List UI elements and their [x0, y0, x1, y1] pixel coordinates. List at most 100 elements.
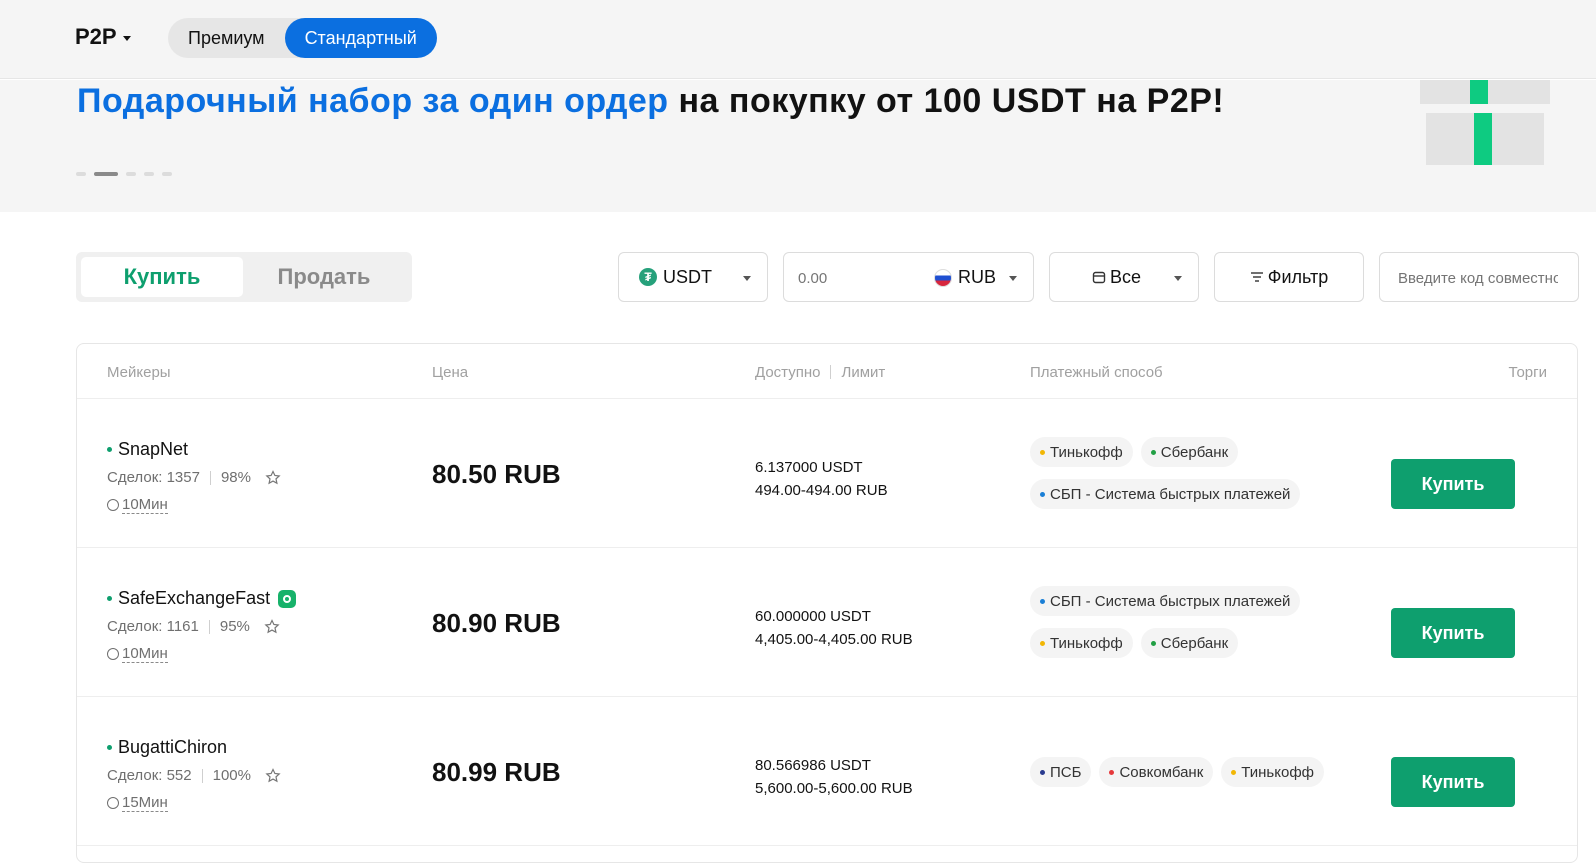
clock-icon: [107, 499, 119, 511]
table-row: BugattiChiron Сделок: 552 100% 15Мин 80.9…: [77, 697, 1577, 846]
method-dot: [1040, 769, 1045, 775]
maker-name-text: SnapNet: [118, 439, 189, 459]
method-dot: [1109, 769, 1115, 775]
segment-premium[interactable]: Премиум: [168, 18, 285, 58]
maker-stats: Сделок: 1161 95%: [107, 618, 280, 635]
coin-select[interactable]: ₮ USDT: [618, 252, 768, 302]
code-input[interactable]: [1398, 267, 1558, 289]
buy-button[interactable]: Купить: [1391, 459, 1515, 509]
p2p-menu[interactable]: P2P: [75, 24, 131, 50]
payment-methods: СБП - Система быстрых платежей Тинькофф Сб…: [1030, 586, 1360, 670]
table-row: SnapNet Сделок: 1357 98% 10Мин 80.50 RUB …: [77, 399, 1577, 548]
fiat-select[interactable]: RUB: [934, 267, 996, 288]
payment-chip: Тинькофф: [1030, 628, 1133, 658]
maker-name-text: SafeExchangeFast: [118, 588, 271, 608]
order-limit: 4,405.00-4,405.00 RUB: [755, 631, 913, 648]
tab-sell[interactable]: Продать: [243, 257, 405, 297]
banner-title-rest: на покупку от 100 USDT на P2P!: [668, 82, 1225, 120]
top-bar: P2P Премиум Стандартный: [0, 0, 1596, 79]
carousel-dot[interactable]: [144, 172, 154, 176]
star-icon[interactable]: [264, 618, 280, 635]
coin-select-value: USDT: [663, 266, 712, 287]
carousel-dot[interactable]: [126, 172, 136, 176]
payment-chip-label: Совкомбанк: [1119, 763, 1204, 781]
online-dot: [107, 745, 112, 750]
chevron-down-icon: [743, 276, 751, 281]
payment-chip-label: СБП - Система быстрых платежей: [1050, 592, 1291, 610]
payment-select-value: Все: [1110, 266, 1142, 287]
maker-name[interactable]: SafeExchangeFast: [107, 588, 297, 609]
chevron-down-icon: [1174, 276, 1182, 281]
offer-price: 80.50 RUB: [432, 459, 561, 489]
payment-chip-label: Тинькофф: [1050, 443, 1123, 461]
maker-name[interactable]: SnapNet: [107, 439, 188, 460]
method-dot: [1040, 598, 1045, 604]
payment-chip: СБП - Система быстрых платежей: [1030, 586, 1301, 616]
header-trade: Торги: [1508, 364, 1547, 381]
method-dot: [1150, 640, 1156, 646]
payment-chip: Совкомбанк: [1099, 757, 1214, 787]
table-header: Мейкеры Цена Доступно Лимит Платежный спо…: [77, 344, 1577, 399]
table-row: SafeExchangeFast Сделок: 1161 95% 10Мин 8…: [77, 548, 1577, 697]
stats-divider: [209, 470, 211, 485]
carousel-dot[interactable]: [76, 172, 86, 176]
star-icon[interactable]: [265, 767, 281, 784]
brand-label: P2P: [75, 24, 117, 49]
payment-time-value: 10Мин: [122, 645, 168, 663]
header-payment: Платежный способ: [1030, 364, 1163, 381]
deal-count: Сделок: 1357: [107, 469, 200, 486]
online-dot: [107, 596, 112, 601]
stats-divider: [208, 619, 210, 634]
payment-chip: Тинькофф: [1221, 757, 1325, 787]
chevron-down-icon: [122, 35, 131, 41]
fiat-select-value: RUB: [958, 267, 997, 287]
completion-rate: 95%: [219, 618, 250, 635]
header-limit: Лимит: [841, 364, 886, 381]
payment-chip: ПСБ: [1030, 757, 1092, 787]
online-dot: [107, 447, 112, 452]
buy-button[interactable]: Купить: [1391, 608, 1515, 658]
tab-buy[interactable]: Купить: [81, 257, 243, 297]
payment-time: 10Мин: [107, 496, 168, 514]
method-dot: [1040, 640, 1045, 646]
payment-methods: Тинькофф Сбербанк СБП - Система быстрых пл…: [1030, 437, 1360, 521]
payment-chip: Сбербанк: [1140, 628, 1239, 658]
maker-name[interactable]: BugattiChiron: [107, 737, 227, 758]
available-amount: 80.566986 USDT: [755, 757, 871, 774]
method-dot: [1040, 449, 1045, 455]
maker-stats: Сделок: 552 100%: [107, 767, 281, 784]
banner-title-highlight: Подарочный набор за один ордер: [77, 82, 669, 120]
payment-time: 10Мин: [107, 645, 168, 663]
chevron-down-icon: [1009, 276, 1017, 281]
buy-button[interactable]: Купить: [1391, 757, 1515, 807]
header-price: Цена: [432, 364, 469, 381]
carousel-dot-active[interactable]: [94, 172, 118, 176]
order-limit: 5,600.00-5,600.00 RUB: [755, 780, 913, 797]
maker-name-text: BugattiChiron: [118, 737, 228, 757]
deal-count: Сделок: 552: [107, 767, 192, 784]
header-makers: Мейкеры: [107, 364, 171, 381]
payment-chip: СБП - Система быстрых платежей: [1030, 479, 1301, 509]
payment-time: 15Мин: [107, 794, 168, 812]
promo-banner[interactable]: Подарочный набор за один ордер на покупк…: [0, 80, 1596, 212]
filter-button-label: Фильтр: [1267, 266, 1329, 287]
filter-button[interactable]: Фильтр: [1214, 252, 1364, 302]
available-amount: 60.000000 USDT: [755, 608, 871, 625]
verified-badge-icon: [278, 589, 297, 608]
header-available: Доступно: [755, 364, 821, 381]
clock-icon: [107, 648, 119, 660]
carousel-dot[interactable]: [162, 172, 172, 176]
payment-select[interactable]: Все: [1049, 252, 1199, 302]
trade-side-switch: Купить Продать: [76, 252, 412, 302]
segment-standard[interactable]: Стандартный: [284, 18, 437, 58]
gift-box-icon: [1420, 80, 1550, 165]
header-available-limit: Доступно Лимит: [755, 364, 885, 381]
payment-chip: Сбербанк: [1140, 437, 1239, 467]
star-icon[interactable]: [265, 469, 281, 486]
wallet-icon: [1092, 271, 1106, 284]
amount-input[interactable]: [798, 267, 918, 289]
availability: 60.000000 USDT 4,405.00-4,405.00 RUB: [755, 605, 913, 651]
payment-chip-label: Сбербанк: [1160, 634, 1229, 652]
payment-chip-label: Тинькофф: [1050, 634, 1123, 652]
amount-fiat-input: RUB: [783, 252, 1034, 302]
